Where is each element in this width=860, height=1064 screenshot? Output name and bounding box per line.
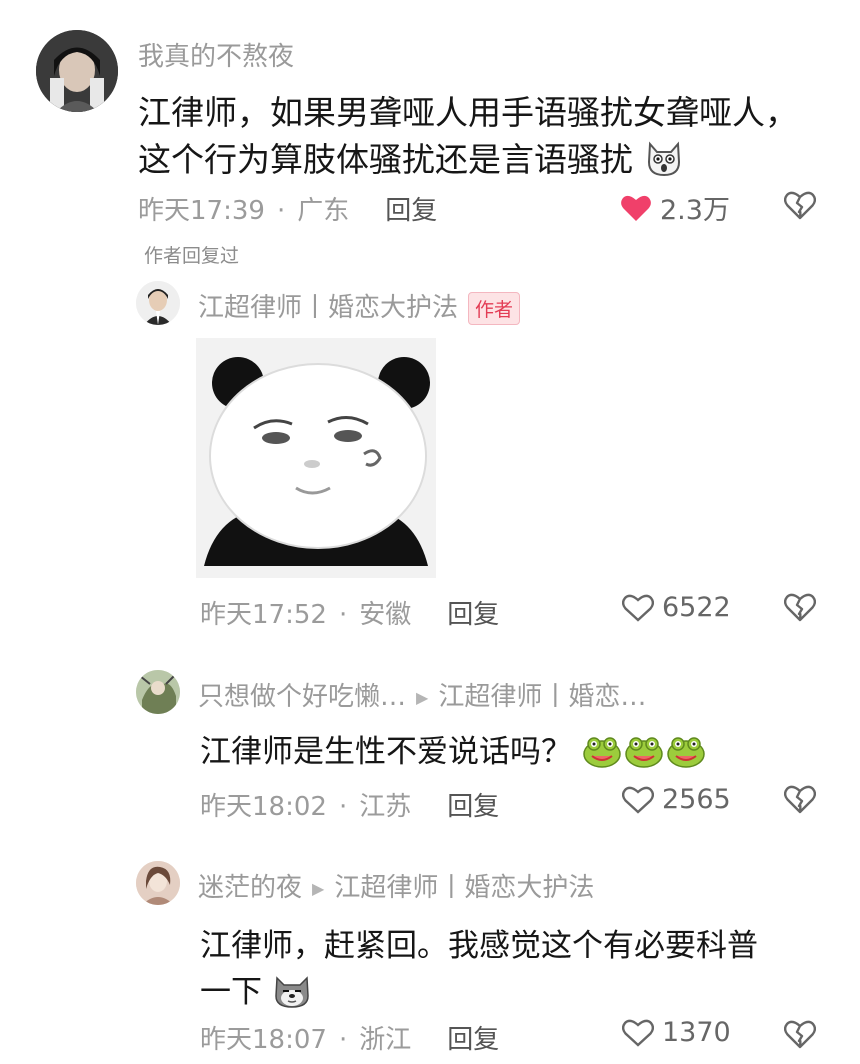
like-count: 2565 [662, 784, 731, 815]
comment-meta: 昨天17:52 · 安徽 回复 [200, 594, 499, 631]
comment-location: 安徽 [359, 600, 412, 630]
like-button[interactable]: 2565 [622, 784, 731, 815]
reply-button[interactable]: 回复 [447, 594, 499, 631]
like-count: 1370 [662, 1017, 731, 1048]
avatar[interactable] [36, 30, 118, 112]
comment-location: 广东 [297, 196, 350, 226]
comment-text: 一下 [200, 966, 312, 1018]
heart-icon [621, 195, 651, 221]
comment-username[interactable]: 我真的不熬夜 [138, 36, 294, 73]
broken-heart-icon [783, 1020, 817, 1049]
separator-dot: · [338, 792, 348, 822]
dislike-button[interactable] [783, 190, 817, 224]
heart-icon [622, 594, 654, 622]
reply-button[interactable]: 回复 [385, 190, 437, 227]
comment-time: 昨天18:07 [200, 1025, 327, 1055]
broken-heart-icon [783, 191, 817, 220]
comment-username[interactable]: 迷茫的夜 ▶ 江超律师丨婚恋大护法 [198, 867, 594, 904]
avatar[interactable] [136, 861, 180, 905]
reply-arrow-icon: ▶ [416, 688, 429, 707]
like-button[interactable]: 6522 [622, 592, 731, 623]
author-badge: 作者 [468, 292, 521, 325]
avatar[interactable] [136, 281, 180, 325]
separator-dot: · [276, 196, 286, 226]
frog-emoji [582, 730, 708, 778]
dislike-button[interactable] [783, 592, 817, 626]
reply-arrow-icon: ▶ [312, 879, 325, 898]
author-replied-label: 作者回复过 [144, 245, 240, 267]
reply-target[interactable]: 江超律师丨婚恋… [438, 682, 646, 712]
comment-meta: 昨天18:07 · 浙江 回复 [200, 1019, 499, 1056]
comment-meta: 昨天18:02 · 江苏 回复 [200, 786, 499, 823]
like-button[interactable]: 1370 [622, 1017, 731, 1048]
dog-emoji [272, 970, 312, 1018]
comment-location: 浙江 [359, 1025, 412, 1055]
avatar[interactable] [136, 670, 180, 714]
reply-target[interactable]: 江超律师丨婚恋大护法 [334, 873, 594, 903]
shocked-cat-emoji [644, 138, 684, 186]
author-name[interactable]: 江超律师丨婚恋大护法 [198, 293, 458, 323]
broken-heart-icon [783, 785, 817, 814]
comment-text: 这个行为算肢体骚扰还是言语骚扰 [138, 133, 684, 186]
separator-dot: · [338, 1025, 348, 1055]
comment-meta: 昨天17:39 · 广东 回复 [138, 190, 437, 227]
comment-time: 昨天17:39 [138, 196, 265, 226]
separator-dot: · [338, 600, 348, 630]
comment-time: 昨天17:52 [200, 600, 327, 630]
like-button[interactable]: 2.3万 [620, 188, 730, 227]
comment-time: 昨天18:02 [200, 792, 327, 822]
comment-text-line: 这个行为算肢体骚扰还是言语骚扰 [138, 140, 633, 179]
comment-text: 江律师，赶紧回。我感觉这个有必要科普 [200, 928, 758, 964]
dislike-button[interactable] [783, 784, 817, 818]
comment-username[interactable]: 江超律师丨婚恋大护法 作者 [198, 287, 521, 325]
comment-text-line: 江律师是生性不爱说话吗？ [200, 734, 572, 770]
reply-author[interactable]: 只想做个好吃懒… [198, 682, 406, 712]
comment-text: 江律师，如果男聋哑人用手语骚扰女聋哑人， [138, 93, 798, 132]
comment-text-line: 一下 [200, 974, 262, 1010]
like-count: 2.3万 [660, 195, 730, 226]
heart-icon [622, 1019, 654, 1047]
panda-meme-sticker[interactable] [196, 338, 436, 578]
reply-button[interactable]: 回复 [447, 786, 499, 823]
comment-username[interactable]: 只想做个好吃懒… ▶ 江超律师丨婚恋… [198, 676, 646, 713]
broken-heart-icon [783, 593, 817, 622]
reply-button[interactable]: 回复 [447, 1019, 499, 1056]
comment-location: 江苏 [359, 792, 412, 822]
heart-icon [622, 786, 654, 814]
comment-text: 江律师是生性不爱说话吗？ [200, 726, 708, 778]
like-count: 6522 [662, 592, 731, 623]
reply-author[interactable]: 迷茫的夜 [198, 873, 302, 903]
dislike-button[interactable] [783, 1019, 817, 1053]
